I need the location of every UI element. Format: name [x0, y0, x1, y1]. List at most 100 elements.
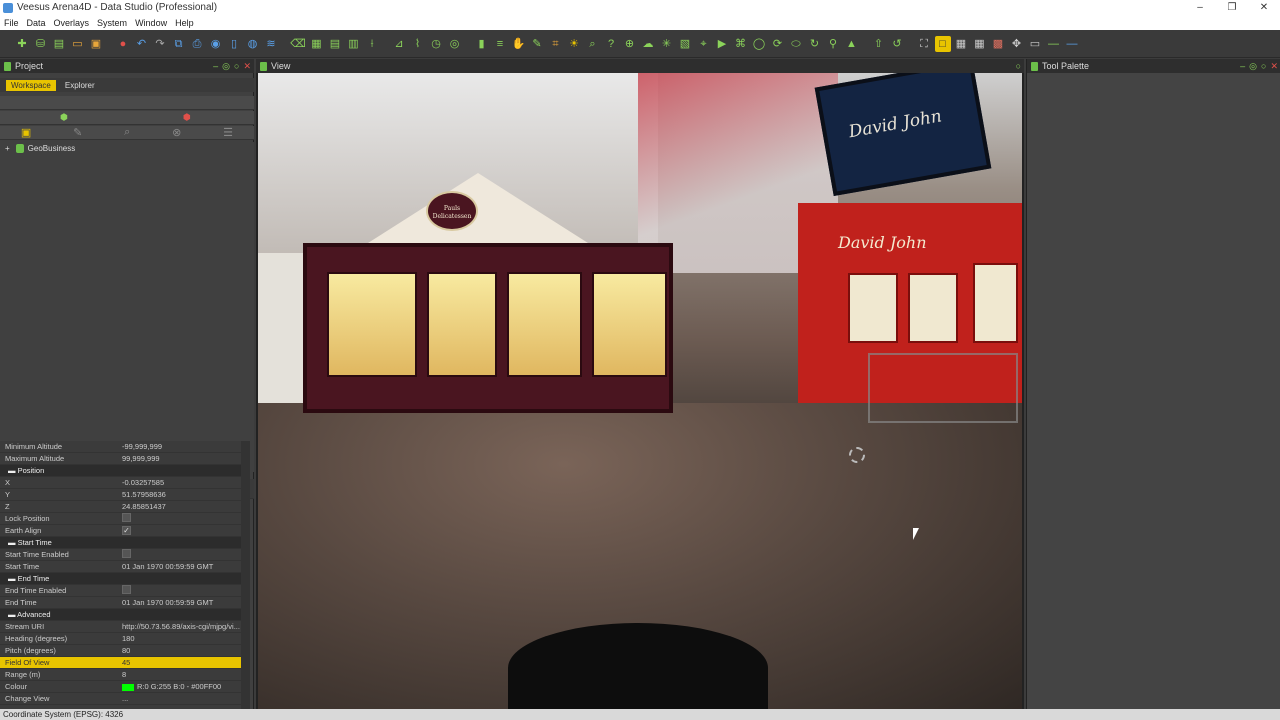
property-value[interactable]: 24.85851437 — [120, 502, 250, 511]
tree-item-geobusiness[interactable]: + GeoBusiness — [5, 144, 75, 153]
chart-icon[interactable]: ⌇ — [410, 36, 426, 52]
globe-icon[interactable]: ◍ — [245, 36, 261, 52]
float-panel-icon[interactable]: ◎ — [222, 59, 230, 73]
eraser-icon[interactable]: ⌫ — [290, 36, 306, 52]
export-icon[interactable]: ▣ — [88, 36, 104, 52]
grid-4-icon[interactable]: ▩ — [990, 36, 1006, 52]
up-arrow-alt-icon[interactable]: ⇧ — [871, 36, 887, 52]
property-section[interactable]: ▬ Position — [0, 465, 250, 477]
property-value[interactable]: 01 Jan 1970 00:59:59 GMT — [120, 598, 250, 607]
tab-explorer[interactable]: Explorer — [60, 80, 100, 91]
menu-file[interactable]: File — [4, 18, 19, 28]
folder-icon[interactable]: ▣ — [21, 126, 31, 139]
panorama-view[interactable]: Pauls Delicatessen David John David John — [258, 73, 1022, 709]
expand-icon[interactable]: + — [5, 144, 10, 153]
ruler-icon[interactable]: ⊿ — [391, 36, 407, 52]
spark-icon[interactable]: ✳ — [659, 36, 675, 52]
float-panel-icon[interactable]: ◎ — [1249, 59, 1257, 73]
search-icon[interactable]: ⌕ — [585, 36, 601, 52]
menu-help[interactable]: Help — [175, 18, 194, 28]
document-icon[interactable]: ▯ — [226, 36, 242, 52]
cylinder-icon[interactable]: ⬭ — [788, 36, 804, 52]
line-icon[interactable]: — — [1046, 36, 1062, 52]
menu-system[interactable]: System — [97, 18, 127, 28]
bar-chart-icon[interactable]: ▮ — [474, 36, 490, 52]
property-value[interactable]: 180 — [120, 634, 250, 643]
stack-icon[interactable]: ≡ — [492, 36, 508, 52]
fit-icon[interactable]: ⛶ — [916, 36, 932, 52]
record-icon[interactable]: ◎ — [447, 36, 463, 52]
view-status-icon[interactable]: ○ — [1016, 59, 1021, 73]
new-icon[interactable]: ✚ — [14, 36, 30, 52]
up-arrow-icon[interactable]: ▲ — [844, 36, 860, 52]
redo-icon[interactable]: ↷ — [152, 36, 168, 52]
layers-icon[interactable]: ≋ — [263, 36, 279, 52]
property-value[interactable]: R:0 G:255 B:0 - #00FF00 — [120, 682, 250, 691]
refresh-icon[interactable]: ↻ — [807, 36, 823, 52]
crop-icon[interactable]: ⌗ — [548, 36, 564, 52]
add-layer-icon[interactable]: ⬢ — [60, 112, 68, 123]
property-value[interactable]: http://50.73.56.89/axis-cgi/mjpg/vi... — [120, 622, 250, 631]
property-value[interactable]: 8 — [120, 670, 250, 679]
circle-icon[interactable]: ◯ — [751, 36, 767, 52]
property-value[interactable]: 51.57958636 — [120, 490, 250, 499]
walk-icon[interactable]: ⚲ — [825, 36, 841, 52]
close-panel-icon[interactable]: ✕ — [243, 59, 251, 73]
video-icon[interactable]: ▶ — [714, 36, 730, 52]
property-section[interactable]: ▬ Advanced — [0, 609, 250, 621]
table-icon[interactable]: ▥ — [346, 36, 362, 52]
remove-layer-icon[interactable]: ⬢ — [183, 112, 191, 123]
grid-icon[interactable]: ▦ — [309, 36, 325, 52]
cloud-icon[interactable]: ☁ — [640, 36, 656, 52]
checkbox[interactable] — [122, 549, 131, 558]
restore-panel-icon[interactable]: ○ — [234, 59, 239, 73]
close-panel-icon[interactable]: ✕ — [1270, 59, 1278, 73]
minimize-panel-icon[interactable]: – — [213, 59, 218, 73]
database-icon[interactable]: ⛁ — [33, 36, 49, 52]
checkbox[interactable]: ✓ — [122, 526, 131, 535]
pin-icon[interactable]: ⌖ — [696, 36, 712, 52]
target-icon[interactable]: ⊕ — [622, 36, 638, 52]
pin-icon[interactable]: ✎ — [73, 126, 82, 139]
single-view-icon[interactable]: □ — [934, 35, 951, 52]
camera-icon[interactable]: ◉ — [208, 36, 224, 52]
property-value[interactable]: -99,999,999 — [120, 442, 250, 451]
mesh-icon[interactable]: ⌘ — [733, 36, 749, 52]
menu-overlays[interactable]: Overlays — [54, 18, 90, 28]
property-value[interactable]: -0.03257585 — [120, 478, 250, 487]
window-icon[interactable]: ▭ — [1027, 36, 1043, 52]
color-swatch[interactable] — [122, 683, 134, 691]
grid-3-icon[interactable]: ▦ — [972, 36, 988, 52]
delete-icon[interactable]: ⊗ — [172, 126, 181, 139]
close-button[interactable]: ✕ — [1248, 0, 1280, 15]
grid-2-icon[interactable]: ▦ — [953, 36, 969, 52]
property-section[interactable]: ▬ Start Time — [0, 537, 250, 549]
save-icon[interactable]: ▤ — [51, 36, 67, 52]
print-icon[interactable]: ⎙ — [189, 36, 205, 52]
property-value[interactable] — [120, 585, 250, 596]
minimize-button[interactable]: – — [1184, 0, 1216, 15]
undo-icon[interactable]: ↶ — [134, 36, 150, 52]
search-icon[interactable]: ⌕ — [124, 126, 130, 139]
tab-workspace[interactable]: Workspace — [6, 79, 56, 91]
menu-window[interactable]: Window — [135, 18, 167, 28]
hand-icon[interactable]: ✋ — [511, 36, 527, 52]
checkbox[interactable] — [122, 513, 131, 522]
sheet-icon[interactable]: ▤ — [327, 36, 343, 52]
property-value[interactable]: 45 — [120, 658, 250, 667]
property-value[interactable]: 80 — [120, 646, 250, 655]
help-icon[interactable]: ? — [603, 36, 619, 52]
property-value[interactable] — [120, 549, 250, 560]
clock-icon[interactable]: ◷ — [428, 36, 444, 52]
property-value[interactable] — [120, 513, 250, 524]
property-section[interactable]: ▬ End Time — [0, 573, 250, 585]
sun-icon[interactable]: ☀ — [566, 36, 582, 52]
line-alt-icon[interactable]: — — [1064, 36, 1080, 52]
checkbox[interactable] — [122, 585, 131, 594]
minimize-panel-icon[interactable]: – — [1240, 59, 1245, 73]
open-icon[interactable]: ▭ — [70, 36, 86, 52]
pan-icon[interactable]: ✥ — [1009, 36, 1025, 52]
property-value[interactable]: ... — [120, 694, 250, 703]
pencil-icon[interactable]: ✎ — [529, 36, 545, 52]
copy-icon[interactable]: ⧉ — [171, 36, 187, 52]
